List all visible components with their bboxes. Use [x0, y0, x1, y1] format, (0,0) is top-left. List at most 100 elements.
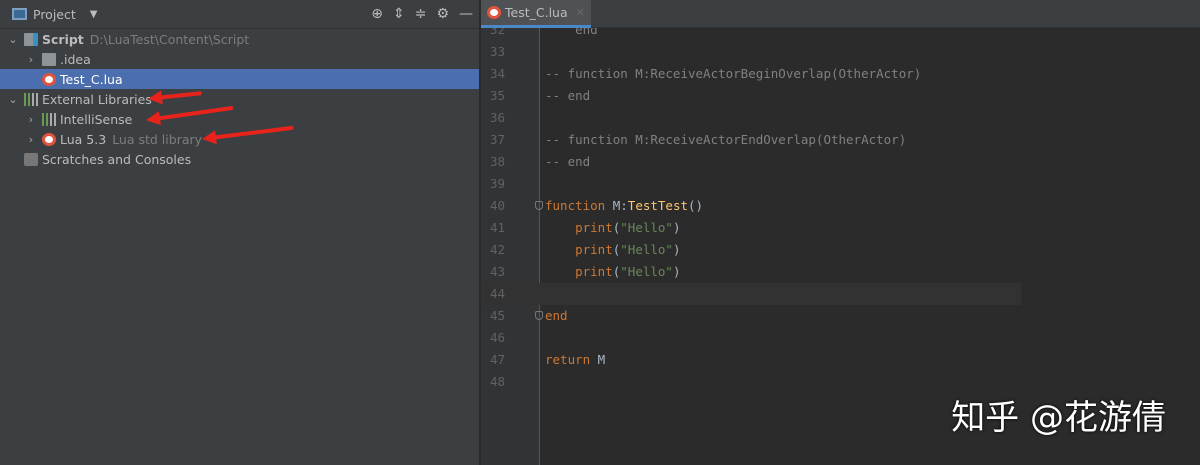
code-text: return M: [545, 349, 605, 371]
line-number: 45: [489, 308, 505, 323]
chevron-right-icon[interactable]: ›: [24, 53, 38, 66]
code-line[interactable]: 38 -- end: [481, 151, 1021, 173]
code-token: M: [590, 352, 606, 367]
code-line[interactable]: 43 print("Hello"): [481, 261, 1021, 283]
watermark: 知乎 @花游倩: [951, 398, 1166, 438]
line-number: 47: [489, 352, 505, 367]
line-number: 37: [489, 132, 505, 147]
code-text: print("Hello"): [545, 239, 681, 261]
code-text: print("Hello"): [545, 261, 681, 283]
tree-item-script[interactable]: ⌄ Script D:\LuaTest\Content\Script: [0, 29, 479, 49]
code-token: M:: [605, 198, 628, 213]
project-title[interactable]: Project: [33, 7, 76, 22]
code-line[interactable]: 35 -- end: [481, 85, 1021, 107]
line-number: 44: [489, 286, 505, 301]
code-line[interactable]: 48: [481, 371, 1021, 393]
project-icon: [12, 8, 27, 20]
chevron-right-icon[interactable]: ›: [24, 113, 38, 126]
tree-item-scratches[interactable]: Scratches and Consoles: [0, 149, 479, 169]
minimize-icon[interactable]: —: [459, 6, 473, 22]
chevron-right-icon[interactable]: ›: [24, 133, 38, 146]
code-text: end: [545, 28, 598, 41]
line-number: 36: [489, 110, 505, 125]
string-token: "Hello": [620, 264, 673, 279]
collapse-all-icon[interactable]: ≑: [415, 6, 427, 22]
editor-tab-bar: Test_C.lua ✕: [481, 0, 1200, 28]
fold-icon[interactable]: [535, 311, 543, 320]
code-text: -- function M:ReceiveActorBeginOverlap(O…: [545, 63, 921, 85]
tree-item-test-c-lua[interactable]: Test_C.lua: [0, 69, 479, 89]
chevron-down-icon[interactable]: ⌄: [6, 33, 20, 46]
code-token: ): [672, 264, 681, 279]
code-token: -- end: [545, 154, 591, 169]
string-token: "Hello": [620, 220, 673, 235]
code-text: -- end: [545, 85, 590, 107]
code-line[interactable]: 36: [481, 107, 1021, 129]
line-number: 33: [489, 44, 505, 59]
string-token: "Hello": [620, 242, 673, 257]
line-number: 43: [489, 264, 505, 279]
code-line[interactable]: 33: [481, 41, 1021, 63]
tab-test-c-lua[interactable]: Test_C.lua ✕: [481, 0, 591, 28]
folder-icon: [42, 52, 56, 66]
project-panel: Project ▼ ⊕ ⇕ ≑ ⚙ — ⌄ Script D:\LuaTest\Co…: [0, 0, 480, 465]
code-line[interactable]: 41 print("Hello"): [481, 217, 1021, 239]
code-text: function M:TestTest(): [545, 195, 703, 217]
code-line[interactable]: 42 print("Hello"): [481, 239, 1021, 261]
gear-icon[interactable]: ⚙: [436, 6, 449, 22]
tree-item-idea[interactable]: › .idea: [0, 49, 479, 69]
code-text: -- end: [545, 151, 590, 173]
code-line[interactable]: 40 function M:TestTest(): [481, 195, 1021, 217]
line-number: 46: [489, 330, 505, 345]
keyword-token: return: [545, 352, 591, 367]
line-number: 41: [489, 220, 505, 235]
code-token: -- end: [545, 88, 591, 103]
builtin-token: print: [575, 264, 613, 279]
code-line[interactable]: 46: [481, 327, 1021, 349]
code-line[interactable]: 32 end: [481, 28, 1021, 41]
line-number: 40: [489, 198, 505, 213]
line-number: 32: [489, 28, 505, 37]
code-text: -- function M:ReceiveActorEndOverlap(Oth…: [545, 129, 906, 151]
chevron-down-icon[interactable]: ▼: [90, 9, 98, 20]
code-line[interactable]: 34 -- function M:ReceiveActorBeginOverlap…: [481, 63, 1021, 85]
close-icon[interactable]: ✕: [576, 6, 585, 19]
locate-icon[interactable]: ⊕: [371, 6, 383, 22]
code-line[interactable]: 47 return M: [481, 349, 1021, 371]
line-number: 39: [489, 176, 505, 191]
library-icon: [42, 112, 56, 126]
line-number: 34: [489, 66, 505, 81]
code-text: end: [545, 305, 568, 327]
code-line[interactable]: 44: [481, 283, 1021, 305]
chevron-down-icon[interactable]: ⌄: [6, 93, 20, 106]
line-number: 42: [489, 242, 505, 257]
code-token: ): [672, 220, 681, 235]
builtin-token: print: [575, 220, 613, 235]
code-token: (): [688, 198, 704, 213]
keyword-token: end: [545, 308, 568, 323]
code-token: -- function M:ReceiveActorEndOverlap(Oth…: [545, 132, 907, 147]
lua-icon: [42, 132, 56, 146]
fold-icon[interactable]: [535, 201, 543, 210]
expand-all-icon[interactable]: ⇕: [393, 6, 405, 22]
code-line[interactable]: 45 end: [481, 305, 1021, 327]
project-header: Project ▼ ⊕ ⇕ ≑ ⚙ —: [0, 0, 479, 29]
code-line[interactable]: 39: [481, 173, 1021, 195]
library-icon: [24, 92, 38, 106]
keyword-token: function: [545, 198, 606, 213]
builtin-token: print: [575, 242, 613, 257]
line-number: 48: [489, 374, 505, 389]
code-line[interactable]: 37 -- function M:ReceiveActorEndOverlap(O…: [481, 129, 1021, 151]
lua-file-icon: [42, 72, 56, 86]
function-name-token: TestTest: [627, 198, 689, 213]
code-token: ): [672, 242, 681, 257]
code-text: print("Hello"): [545, 217, 681, 239]
tree-item-external-libraries[interactable]: ⌄ External Libraries: [0, 89, 479, 109]
scratches-icon: [24, 152, 38, 166]
folder-icon: [24, 32, 38, 46]
lua-file-icon: [487, 6, 501, 19]
tree-item-intellisense[interactable]: › IntelliSense: [0, 109, 479, 129]
code-token: end: [545, 28, 598, 37]
